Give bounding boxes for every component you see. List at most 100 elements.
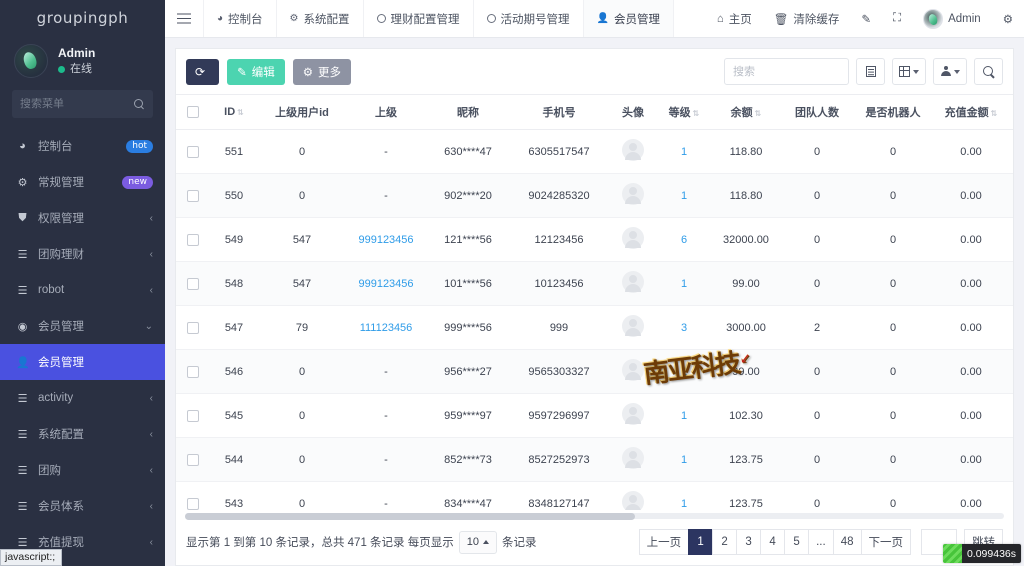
sidebar-item-robot[interactable]: ☰robot‹: [0, 272, 165, 308]
fullscreen-button[interactable]: ⛶: [882, 0, 912, 37]
column-header-parent_id: 上级用户id: [258, 95, 346, 130]
page-button-4[interactable]: 4: [760, 529, 785, 555]
table-row[interactable]: 5460-956****279565303327199.00000.000.00…: [176, 350, 1013, 394]
row-checkbox[interactable]: [187, 146, 199, 158]
sidebar-item-activity[interactable]: ☰activity‹: [0, 380, 165, 416]
menu-search[interactable]: [12, 90, 153, 118]
user-icon: 👤: [597, 13, 609, 24]
page-button-3[interactable]: 3: [736, 529, 761, 555]
column-header-id[interactable]: ID⇅: [210, 95, 258, 130]
row-checkbox[interactable]: [187, 498, 199, 510]
cell-parent_id: 0: [258, 174, 346, 218]
sidebar-item-会员体系[interactable]: ☰会员体系‹: [0, 488, 165, 524]
table-row[interactable]: 54779111123456999****5699933000.00200.00…: [176, 306, 1013, 350]
sort-icon: ⇅: [237, 108, 244, 117]
sidebar-item-常规管理[interactable]: ⚙常规管理new: [0, 164, 165, 200]
cell-parent: -: [346, 350, 426, 394]
sidebar-item-控制台[interactable]: ◕控制台hot: [0, 128, 165, 164]
column-header-balance[interactable]: 余额⇅: [710, 95, 782, 130]
top-nav-tab-理财配置管理[interactable]: 理财配置管理: [364, 0, 474, 37]
page-button-48[interactable]: 48: [833, 529, 862, 555]
table-row[interactable]: 5500-902****2090242853201118.80000.000.0…: [176, 174, 1013, 218]
home-button[interactable]: ⌂ 主页: [706, 0, 763, 37]
search-button[interactable]: [974, 58, 1003, 85]
column-header-label: 头像: [622, 107, 644, 119]
sidebar-item-会员管理-active[interactable]: 👤会员管理: [0, 344, 165, 380]
cell-level: 1: [658, 394, 710, 438]
table-row[interactable]: 548547999123456101****5610123456199.0000…: [176, 262, 1013, 306]
column-toggle-button[interactable]: [856, 58, 885, 85]
hamburger-icon[interactable]: [165, 0, 203, 37]
column-header-recharge[interactable]: 充值金额⇅: [934, 95, 1008, 130]
cell-check: [176, 130, 210, 174]
topbar: ◕控制台⚙系统配置理财配置管理活动期号管理👤会员管理 ⌂ 主页 🗑 清除缓存 ✎…: [165, 0, 1024, 38]
sidebar-item-label: 会员体系: [38, 498, 141, 514]
next-page-button[interactable]: 下一页: [861, 529, 912, 555]
row-checkbox[interactable]: [187, 278, 199, 290]
top-nav-label: 控制台: [228, 11, 263, 27]
page-button-1[interactable]: 1: [688, 529, 713, 555]
cell-phone: 8348127147: [510, 482, 608, 510]
sidebar-item-团购理财[interactable]: ☰团购理财‹: [0, 236, 165, 272]
row-checkbox[interactable]: [187, 322, 199, 334]
page-button-5[interactable]: 5: [784, 529, 809, 555]
search-input[interactable]: [724, 58, 849, 85]
brand-logo: groupingph: [0, 0, 165, 36]
top-nav-tab-会员管理[interactable]: 👤会员管理: [584, 0, 674, 37]
sidebar-item-权限管理[interactable]: ⛊权限管理‹: [0, 200, 165, 236]
user-menu[interactable]: Admin: [912, 0, 992, 37]
cell-recharge: 0.00: [934, 130, 1008, 174]
grid-icon: [899, 66, 910, 77]
table-row[interactable]: 549547999123456121****5612123456632000.0…: [176, 218, 1013, 262]
refresh-button[interactable]: ⟳: [186, 59, 219, 85]
page-button-...[interactable]: ...: [808, 529, 834, 555]
page-size-select[interactable]: 10: [459, 531, 497, 554]
sidebar-item-系统配置[interactable]: ☰系统配置‹: [0, 416, 165, 452]
edit-button[interactable]: ✎ 编辑: [227, 59, 285, 85]
toolbar-right: [724, 58, 1003, 85]
sidebar-item-团购[interactable]: ☰团购‹: [0, 452, 165, 488]
prev-page-button[interactable]: 上一页: [639, 529, 690, 555]
sort-icon: ⇅: [693, 109, 700, 118]
cell-balance: 123.75: [710, 482, 782, 510]
select-all-checkbox[interactable]: [187, 106, 199, 118]
top-nav-tab-系统配置[interactable]: ⚙系统配置: [277, 0, 364, 37]
menu-search-input[interactable]: [20, 98, 130, 110]
export-button[interactable]: [933, 58, 967, 85]
row-checkbox[interactable]: [187, 190, 199, 202]
user-icon: 👤: [16, 356, 29, 369]
cell-phone: 9597296997: [510, 394, 608, 438]
chevron-left-icon: ‹: [150, 501, 153, 512]
circle-icon: [487, 14, 496, 23]
table-row[interactable]: 5440-852****7385272529731123.75000.000.0…: [176, 438, 1013, 482]
app-root: groupingph Admin 在线 ◕控制台hot⚙常规管理new⛊权限管理…: [0, 0, 1024, 566]
sidebar-user-box[interactable]: Admin 在线: [0, 36, 165, 88]
column-header-withdraw[interactable]: 提现金额⇅: [1008, 95, 1013, 130]
row-checkbox[interactable]: [187, 234, 199, 246]
cell-parent[interactable]: 999123456: [346, 262, 426, 306]
table-row[interactable]: 5430-834****4783481271471123.75000.000.0…: [176, 482, 1013, 510]
horizontal-scrollbar[interactable]: [185, 513, 1004, 519]
cell-nickname: 956****27: [426, 350, 510, 394]
row-checkbox[interactable]: [187, 366, 199, 378]
table-row[interactable]: 5510-630****4763055175471118.80000.000.0…: [176, 130, 1013, 174]
more-button[interactable]: ⚙ 更多: [293, 59, 351, 85]
circle-icon: [377, 14, 386, 23]
row-checkbox[interactable]: [187, 410, 199, 422]
settings-button[interactable]: ⚙: [992, 0, 1024, 37]
row-checkbox[interactable]: [187, 454, 199, 466]
table-row[interactable]: 5450-959****9795972969971102.30000.000.0…: [176, 394, 1013, 438]
column-header-level[interactable]: 等级⇅: [658, 95, 710, 130]
sidebar-item-会员管理[interactable]: ◉会员管理⌄: [0, 308, 165, 344]
page-button-2[interactable]: 2: [712, 529, 737, 555]
top-nav-tab-活动期号管理[interactable]: 活动期号管理: [474, 0, 584, 37]
column-header-team: 团队人数: [782, 95, 852, 130]
grid-view-button[interactable]: [892, 58, 926, 85]
clear-cache-button[interactable]: 🗑 清除缓存: [763, 0, 851, 37]
cell-parent[interactable]: 111123456: [346, 306, 426, 350]
cell-parent[interactable]: 999123456: [346, 218, 426, 262]
cell-parent_id: 547: [258, 262, 346, 306]
theme-button[interactable]: ✎: [850, 0, 882, 37]
cell-check: [176, 394, 210, 438]
top-nav-tab-控制台[interactable]: ◕控制台: [203, 0, 277, 37]
